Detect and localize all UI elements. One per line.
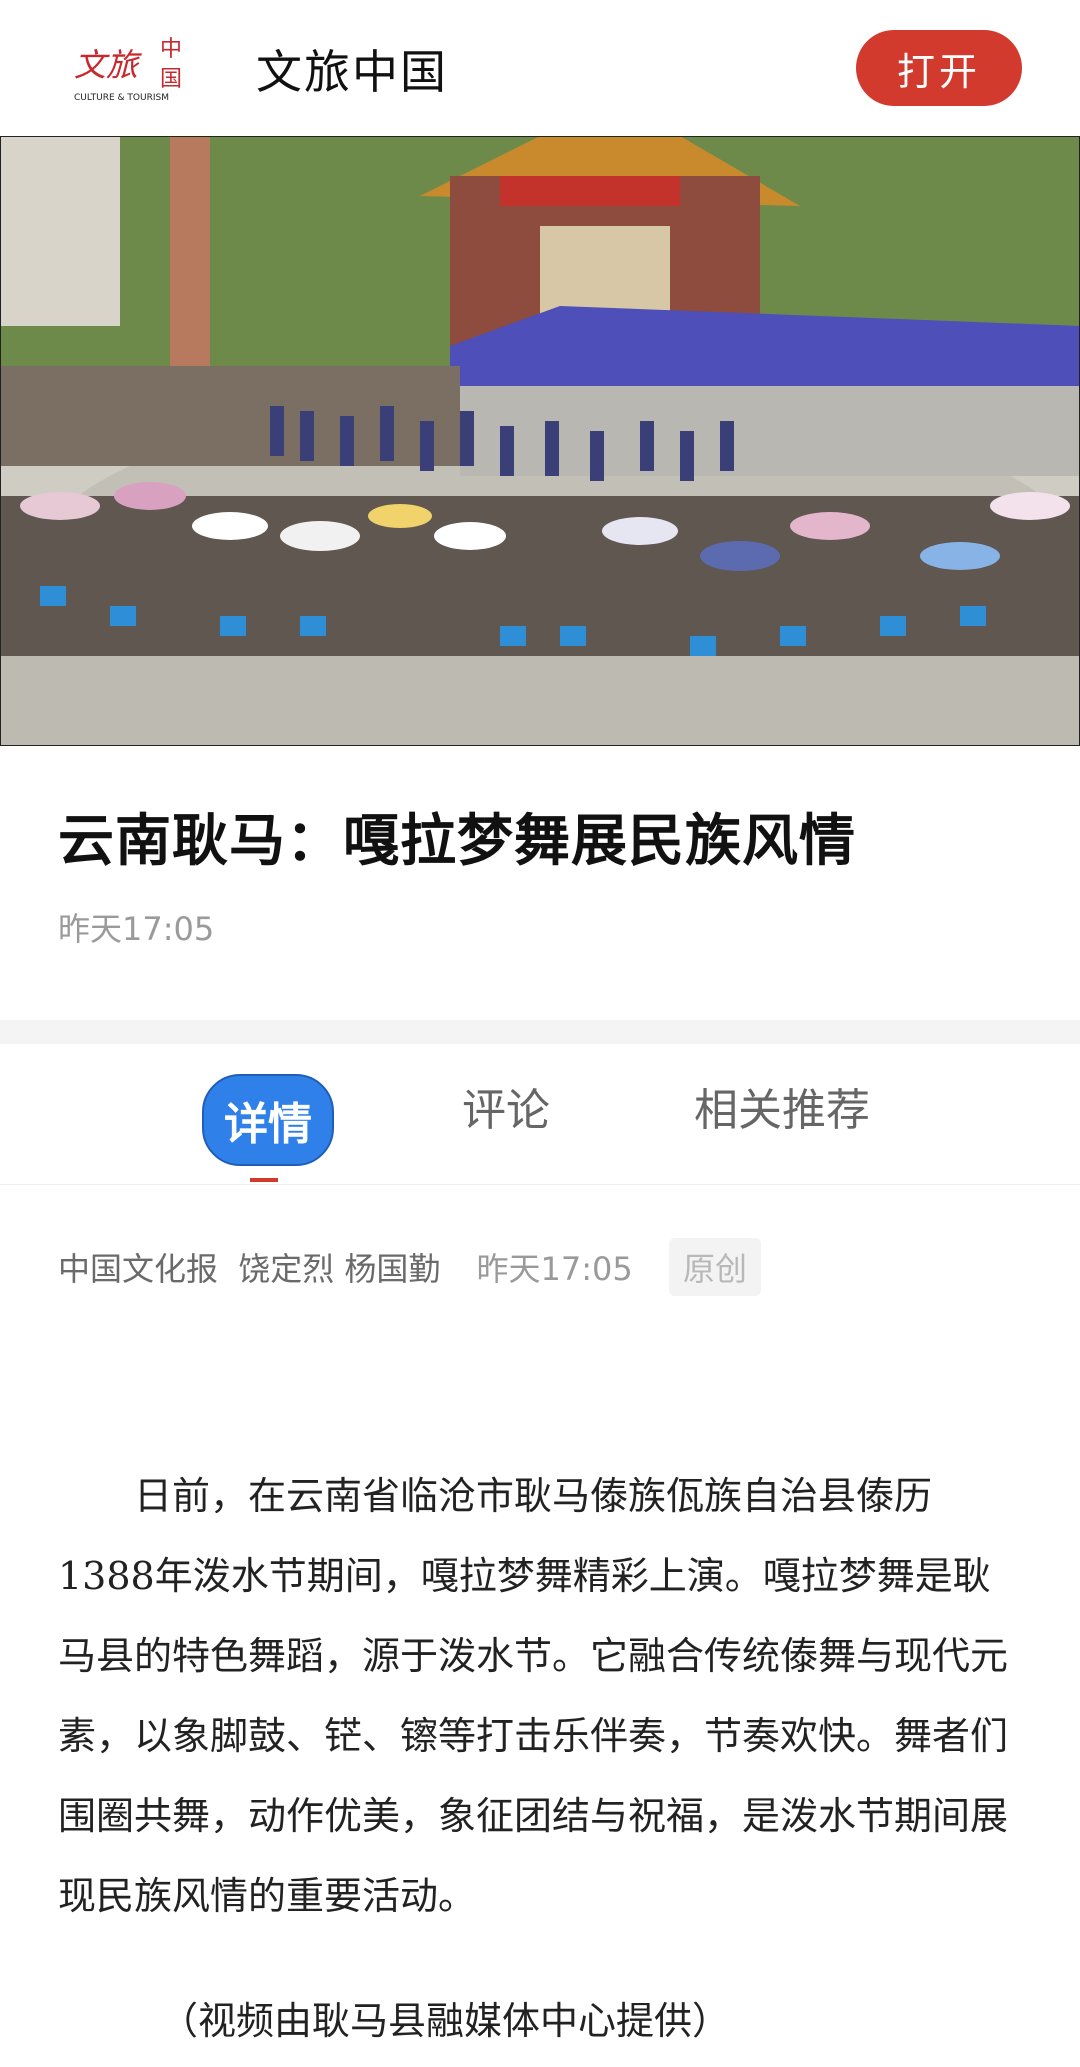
- active-tab-indicator: [250, 1178, 278, 1182]
- logo[interactable]: 文旅 中 国 CULTURE & TOURISM: [72, 28, 202, 108]
- tab-details[interactable]: 详情: [202, 1074, 334, 1166]
- open-app-button[interactable]: 打开: [856, 30, 1022, 106]
- top-bar: 文旅 中 国 CULTURE & TOURISM 文旅中国 打开: [0, 0, 1080, 136]
- tab-bar: 详情 评论 相关推荐: [0, 1044, 1080, 1185]
- video-credit: （视频由耿马县融媒体中心提供）: [160, 1999, 731, 2043]
- tab-comments[interactable]: 评论: [462, 1074, 550, 1138]
- article-meta: 中国文化报 饶定烈 杨国勤 昨天17:05 原创: [58, 1238, 771, 1296]
- article-title: 云南耿马：嘎拉梦舞展民族风情: [58, 809, 856, 874]
- original-badge: 原创: [668, 1238, 761, 1296]
- app-name: 文旅中国: [256, 45, 448, 99]
- article-body: 日前，在云南省临沧市耿马傣族佤族自治县傣历1388年泼水节期间，嘎拉梦舞精彩上演…: [58, 1456, 1028, 1936]
- svg-text:文旅: 文旅: [74, 46, 142, 84]
- article-time: 昨天17:05: [58, 910, 215, 948]
- hero-video-thumbnail[interactable]: [0, 136, 1080, 746]
- tab-recommendations[interactable]: 相关推荐: [694, 1074, 870, 1138]
- meta-time: 昨天17:05: [476, 1250, 633, 1288]
- section-divider: [0, 1020, 1080, 1044]
- body-paragraph: 日前，在云南省临沧市耿马傣族佤族自治县傣历1388年泼水节期间，嘎拉梦舞精彩上演…: [58, 1474, 1009, 1918]
- authors: 饶定烈 杨国勤: [238, 1250, 441, 1288]
- svg-text:国: 国: [160, 67, 182, 92]
- source: 中国文化报: [58, 1250, 219, 1288]
- svg-text:CULTURE & TOURISM: CULTURE & TOURISM: [74, 93, 169, 103]
- festival-photo: [0, 136, 1080, 746]
- svg-text:中: 中: [160, 37, 182, 62]
